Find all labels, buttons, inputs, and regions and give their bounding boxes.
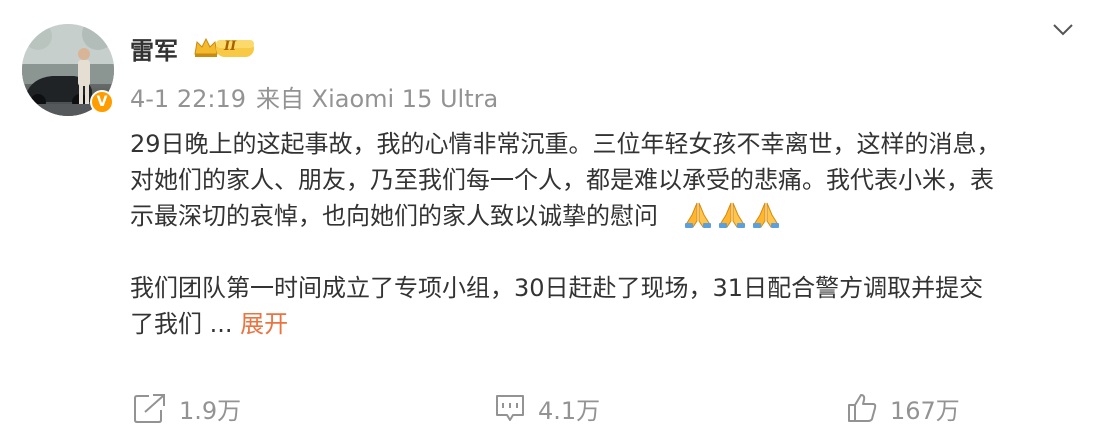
praying-hands-icon xyxy=(685,202,712,228)
like-count: 167万 xyxy=(890,396,960,425)
level-badge-label: II xyxy=(224,39,237,54)
post-meta: 4-1 22:19 来自 Xiaomi 15 Ultra xyxy=(130,79,498,114)
post-line-text: 示最深切的哀悼，也向她们的家人致以诚挚的慰问 xyxy=(130,202,658,230)
comment-button[interactable]: 4.1万 xyxy=(494,386,600,430)
post-text: 29日晚上的这起事故，我的心情非常沉重。三位年轻女孩不幸离世，这样的消息， 对她… xyxy=(130,126,1080,342)
weibo-post-card: V 雷军 II 4-1 22:19 来自 Xiaomi 15 Ultra 29日晚… xyxy=(0,0,1100,444)
post-line: 我们团队第一时间成立了专项小组，30日赶赴了现场，31日配合警方调取并提交 xyxy=(130,274,984,302)
username[interactable]: 雷军 xyxy=(130,31,178,66)
post-line: 29日晚上的这起事故，我的心情非常沉重。三位年轻女孩不幸离世，这样的消息， xyxy=(130,130,1001,158)
expand-link[interactable]: 展开 xyxy=(240,310,288,338)
verified-badge-icon: V xyxy=(90,90,114,114)
thumbs-up-icon xyxy=(848,394,877,422)
praying-hands-icon xyxy=(719,202,746,228)
post-actions: 1.9万 4.1万 167万 xyxy=(0,386,1100,430)
comment-icon xyxy=(496,395,524,421)
like-button[interactable]: 167万 xyxy=(846,386,960,430)
post-line-text: 了我们 xyxy=(130,310,210,338)
post-source[interactable]: 来自 Xiaomi 15 Ultra xyxy=(256,85,498,113)
post-time[interactable]: 4-1 22:19 xyxy=(130,85,246,113)
post-line: 示最深切的哀悼，也向她们的家人致以诚挚的慰问 xyxy=(130,198,1080,234)
repost-button[interactable]: 1.9万 xyxy=(133,386,241,430)
post-line: 对她们的家人、朋友，乃至我们每一个人，都是难以承受的悲痛。我代表小米，表 xyxy=(130,166,994,194)
praying-hands-icon xyxy=(753,202,780,228)
ellipsis: ... xyxy=(209,310,233,338)
verified-mark: V xyxy=(96,94,108,110)
comment-count: 4.1万 xyxy=(538,396,601,425)
avatar-container[interactable]: V xyxy=(22,24,114,116)
level-badge-icon[interactable]: II xyxy=(192,34,258,60)
repost-count: 1.9万 xyxy=(179,396,242,425)
chevron-down-icon[interactable] xyxy=(1052,22,1074,38)
repost-icon xyxy=(134,394,165,423)
post-line: 了我们 ... 展开 xyxy=(130,306,1080,342)
